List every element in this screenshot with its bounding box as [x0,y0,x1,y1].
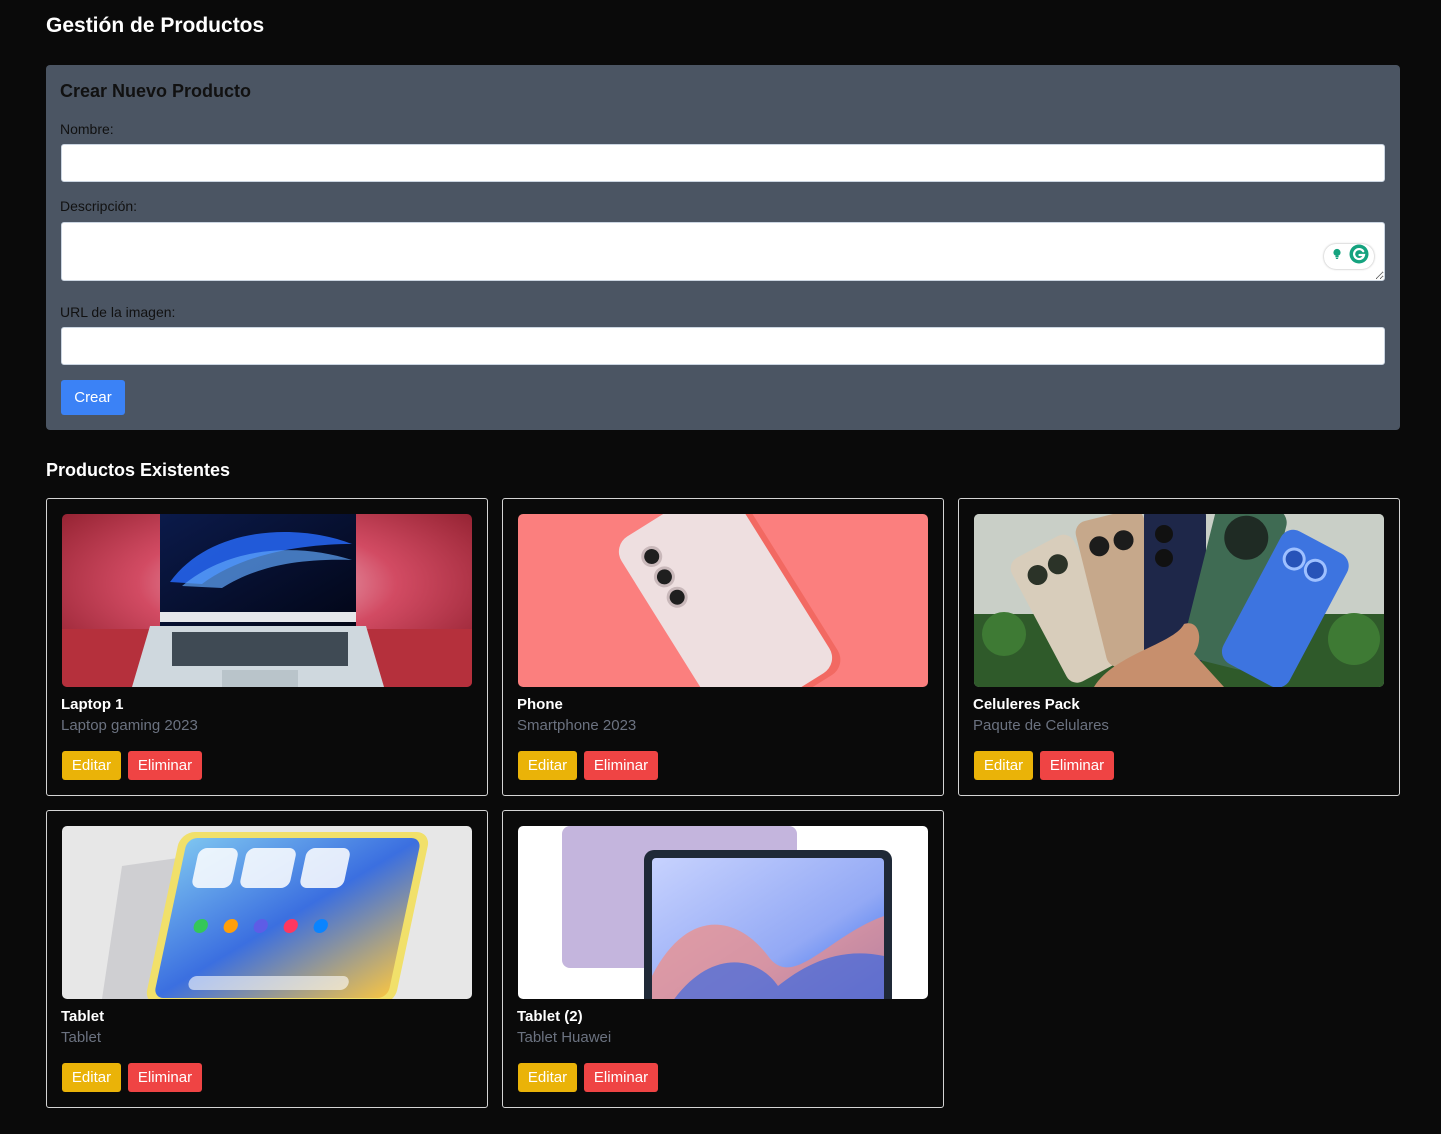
product-description: Smartphone 2023 [517,717,637,734]
product-description: Tablet Huawei [517,1029,612,1046]
description-textarea[interactable] [61,222,1385,281]
product-image-laptop [62,514,472,687]
product-card: Tablet (2) Tablet Huawei Editar Eliminar [502,810,944,1108]
product-name: Tablet (2) [517,1008,583,1025]
create-button[interactable]: Crear [61,380,125,415]
product-image-phone [518,514,928,687]
image-url-label: URL de la imagen: [60,304,176,320]
grammar-assistant-widget[interactable] [1324,244,1374,269]
product-card: Tablet Tablet Editar Eliminar [46,810,488,1108]
edit-button[interactable]: Editar [518,1063,577,1092]
name-input[interactable] [61,144,1385,182]
create-product-form: Crear Nuevo Producto Nombre: Descripción… [46,65,1400,430]
edit-button[interactable]: Editar [62,1063,121,1092]
product-image-tablet-huawei [518,826,928,999]
delete-button[interactable]: Eliminar [584,751,658,780]
grammarly-icon[interactable] [1349,244,1369,269]
delete-button[interactable]: Eliminar [128,1063,202,1092]
product-card: Celuleres Pack Paqute de Celulares Edita… [958,498,1400,796]
edit-button[interactable]: Editar [974,751,1033,780]
description-label: Descripción: [60,198,138,214]
delete-button[interactable]: Eliminar [128,751,202,780]
product-name: Tablet [61,1008,105,1025]
product-name: Celuleres Pack [973,696,1080,713]
name-label: Nombre: [60,121,114,137]
product-description: Paqute de Celulares [973,717,1109,734]
product-name: Phone [517,696,563,713]
product-image-phones-pack [974,514,1384,687]
products-section-title: Productos Existentes [46,460,231,480]
product-description: Tablet [61,1029,102,1046]
product-description: Laptop gaming 2023 [61,717,198,734]
edit-button[interactable]: Editar [518,751,577,780]
product-name: Laptop 1 [61,696,124,713]
product-card: Phone Smartphone 2023 Editar Eliminar [502,498,944,796]
delete-button[interactable]: Eliminar [584,1063,658,1092]
delete-button[interactable]: Eliminar [1040,751,1114,780]
edit-button[interactable]: Editar [62,751,121,780]
lightbulb-icon[interactable] [1329,246,1345,267]
page-title: Gestión de Productos [46,14,265,37]
form-title: Crear Nuevo Producto [60,81,252,101]
product-image-tablet [62,826,472,999]
image-url-input[interactable] [61,327,1385,365]
product-card: Laptop 1 Laptop gaming 2023 Editar Elimi… [46,498,488,796]
